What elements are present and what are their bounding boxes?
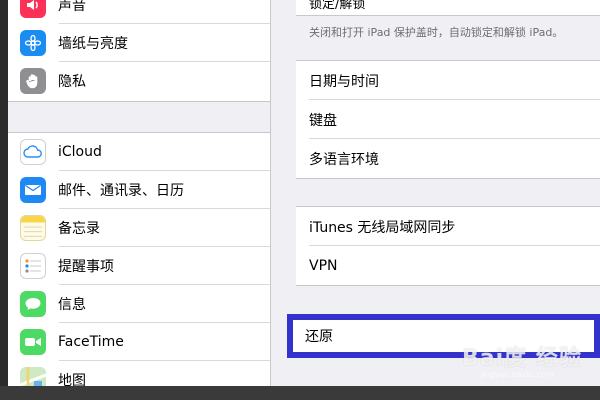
row-label: 还原 xyxy=(305,329,333,345)
sidebar-item-facetime[interactable]: FaceTime xyxy=(8,323,270,361)
row-label: 键盘 xyxy=(309,112,337,129)
bottom-bezel xyxy=(0,386,600,400)
sidebar-item-sound[interactable]: 声音 xyxy=(8,0,270,24)
sidebar-item-icloud[interactable]: iCloud xyxy=(8,133,270,171)
row-international[interactable]: 多语言环境 xyxy=(296,139,600,178)
row-label: 多语言环境 xyxy=(309,151,379,168)
sidebar-item-label: 提醒事项 xyxy=(58,259,114,275)
maps-icon xyxy=(20,367,46,386)
sidebar-item-notes[interactable]: 备忘录 xyxy=(8,209,270,247)
notes-icon xyxy=(20,215,46,241)
row-label: iTunes 无线局域网同步 xyxy=(309,219,456,236)
sidebar-item-label: 隐私 xyxy=(58,74,86,90)
lock-unlock-row[interactable]: 锁定/解锁 xyxy=(296,0,600,16)
row-keyboard[interactable]: 键盘 xyxy=(296,100,600,139)
sidebar-item-label: 信息 xyxy=(58,297,86,313)
baidu-watermark: Bai度 经验 xyxy=(462,346,582,371)
lock-unlock-caption: 关闭和打开 iPad 保护盖时，自动锁定和解锁 iPad。 xyxy=(309,26,564,39)
baidu-watermark-url: jingyan.baidu.com xyxy=(480,370,554,379)
sidebar-item-label: 墙纸与亮度 xyxy=(58,36,128,52)
facetime-icon xyxy=(20,329,46,355)
sidebar-item-label: 邮件、通讯录、日历 xyxy=(58,183,184,199)
sidebar-item-messages[interactable]: 信息 xyxy=(8,285,270,323)
row-vpn[interactable]: VPN xyxy=(296,246,600,285)
sidebar-item-label: 声音 xyxy=(58,0,86,14)
sidebar-item-mail[interactable]: 邮件、通讯录、日历 xyxy=(8,171,270,209)
privacy-hand-icon xyxy=(20,68,46,94)
sidebar-item-label: 地图 xyxy=(58,373,86,386)
mail-icon xyxy=(20,177,46,203)
settings-group-sync: iTunes 无线局域网同步 VPN xyxy=(296,206,600,286)
wallpaper-icon xyxy=(20,30,46,56)
icloud-icon xyxy=(20,139,46,165)
sidebar-item-maps[interactable]: 地图 xyxy=(8,361,270,386)
row-itunes-wifi-sync[interactable]: iTunes 无线局域网同步 xyxy=(296,207,600,246)
sidebar-group-gap xyxy=(8,101,270,133)
row-label: VPN xyxy=(309,257,338,274)
sidebar-item-label: 备忘录 xyxy=(58,221,100,237)
lock-unlock-label: 锁定/解锁 xyxy=(309,0,366,12)
sidebar-item-reminders[interactable]: 提醒事项 xyxy=(8,247,270,285)
sidebar-item-wallpaper[interactable]: 墙纸与亮度 xyxy=(8,24,270,62)
row-label: 日期与时间 xyxy=(309,73,379,90)
settings-group-datetime: 日期与时间 键盘 多语言环境 xyxy=(296,60,600,179)
sidebar-item-label: iCloud xyxy=(58,144,102,160)
messages-icon xyxy=(20,291,46,317)
sound-icon xyxy=(20,0,46,18)
row-date-time[interactable]: 日期与时间 xyxy=(296,61,600,100)
reminders-icon xyxy=(20,253,46,279)
settings-sidebar: 声音 墙纸与亮度 隐私 iCloud 邮件、通讯录、日历 备忘录 提醒事项 信息… xyxy=(8,0,270,386)
sidebar-item-privacy[interactable]: 隐私 xyxy=(8,62,270,100)
sidebar-item-label: FaceTime xyxy=(58,334,124,350)
